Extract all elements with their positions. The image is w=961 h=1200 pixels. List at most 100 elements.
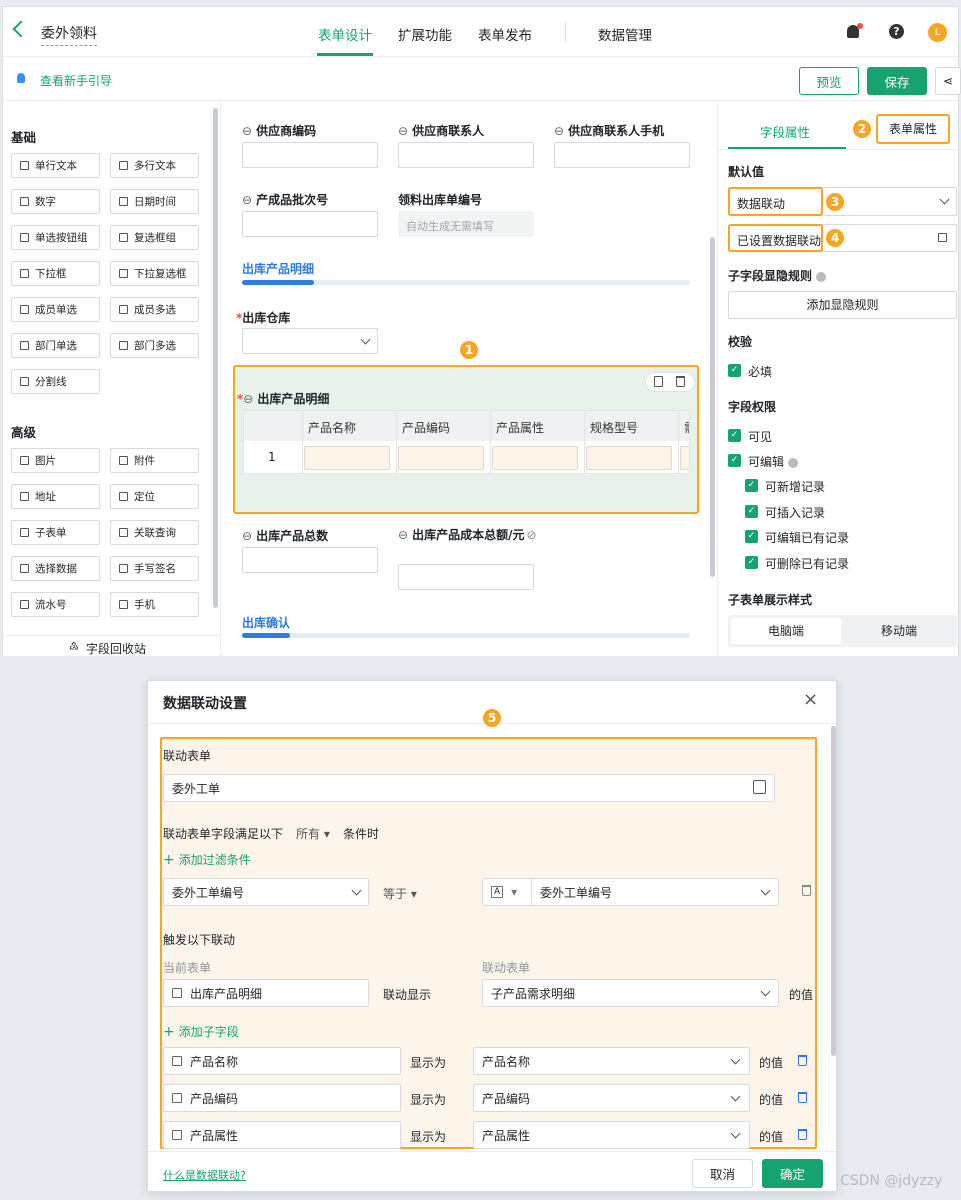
delete-filter-icon[interactable] bbox=[802, 885, 811, 896]
batch-input[interactable] bbox=[242, 211, 378, 237]
text-field-icon bbox=[172, 1130, 182, 1140]
perm-checkbox[interactable]: ✓ bbox=[745, 530, 758, 543]
recycle-bin-link[interactable]: 字段回收站 bbox=[86, 640, 146, 657]
badge-5: 5 bbox=[483, 709, 501, 727]
help-link[interactable]: 什么是数据联动? bbox=[163, 1167, 246, 1183]
subtable-cell-input[interactable] bbox=[304, 446, 390, 470]
supplier-contact-input[interactable] bbox=[398, 142, 534, 168]
total-cost-input[interactable] bbox=[398, 564, 534, 590]
display-as-label: 显示为 bbox=[410, 1093, 447, 1107]
scrollbar-thumb[interactable] bbox=[213, 108, 218, 608]
subfield-target-select[interactable]: 产品名称 bbox=[473, 1047, 750, 1075]
eye-off-icon[interactable]: ⊘ bbox=[526, 528, 536, 542]
advanced-component-8[interactable]: 流水号 bbox=[11, 592, 100, 617]
linkage-set-highlight[interactable]: 已设置数据联动 bbox=[728, 224, 823, 252]
app-title[interactable]: 委外领料 bbox=[41, 23, 97, 46]
add-visibility-rule-button[interactable]: 添加显隐规则 bbox=[728, 291, 957, 319]
advanced-component-4[interactable]: 子表单 bbox=[11, 520, 100, 545]
tab-form-props[interactable]: 表单属性 bbox=[876, 114, 950, 144]
close-icon[interactable]: × bbox=[803, 689, 818, 710]
advanced-component-0[interactable]: 图片 bbox=[11, 448, 100, 473]
subtable-cell-input[interactable] bbox=[586, 446, 672, 470]
advanced-component-3[interactable]: 定位 bbox=[110, 484, 199, 509]
basic-component-7[interactable]: 下拉复选框 bbox=[110, 261, 199, 286]
subtable-cell-input[interactable] bbox=[492, 446, 578, 470]
advanced-component-6[interactable]: 选择数据 bbox=[11, 556, 100, 581]
basic-component-11[interactable]: 部门多选 bbox=[110, 333, 199, 358]
dialog-title: 数据联动设置 bbox=[163, 696, 247, 712]
avatar[interactable]: L bbox=[928, 23, 947, 42]
basic-component-3[interactable]: 日期时间 bbox=[110, 189, 199, 214]
component-icon bbox=[119, 197, 128, 206]
canvas-scrollbar[interactable] bbox=[710, 237, 715, 577]
filter-value-select[interactable]: 委外工单编号 bbox=[531, 878, 779, 906]
tab-form-design[interactable]: 表单设计 bbox=[318, 24, 372, 44]
subfield-target-select[interactable]: 产品属性 bbox=[473, 1121, 750, 1149]
share-button[interactable]: ⋖ bbox=[935, 67, 961, 95]
warehouse-select[interactable] bbox=[242, 328, 378, 354]
filter-field-select[interactable]: 委外工单编号 bbox=[163, 878, 369, 906]
advanced-component-1[interactable]: 附件 bbox=[110, 448, 199, 473]
perm-checkbox[interactable]: ✓ bbox=[745, 479, 758, 492]
basic-component-1[interactable]: 多行文本 bbox=[110, 153, 199, 178]
ok-button[interactable]: 确定 bbox=[762, 1159, 823, 1188]
subfield-target-select[interactable]: 产品编码 bbox=[473, 1084, 750, 1112]
filter-operator-dropdown[interactable]: 等于 ▾ bbox=[383, 885, 417, 902]
component-label: 下拉框 bbox=[35, 268, 67, 280]
total-qty-input[interactable] bbox=[242, 547, 378, 573]
basic-component-12[interactable]: 分割线 bbox=[11, 369, 100, 394]
basic-component-6[interactable]: 下拉框 bbox=[11, 261, 100, 286]
basic-component-0[interactable]: 单行文本 bbox=[11, 153, 100, 178]
linked-form-select[interactable]: 委外工单 bbox=[163, 774, 775, 802]
delete-row-icon[interactable] bbox=[798, 1092, 807, 1103]
supplier-code-input[interactable] bbox=[242, 142, 378, 168]
tab-extensions[interactable]: 扩展功能 bbox=[398, 24, 452, 44]
advanced-component-5[interactable]: 关联查询 bbox=[110, 520, 199, 545]
form-picker-icon[interactable] bbox=[753, 780, 766, 794]
preview-button[interactable]: 预览 bbox=[799, 67, 859, 95]
advanced-component-9[interactable]: 手机 bbox=[110, 592, 199, 617]
basic-component-5[interactable]: 复选框组 bbox=[110, 225, 199, 250]
tab-publish[interactable]: 表单发布 bbox=[478, 24, 532, 44]
recycle-bin-icon[interactable]: ♳ bbox=[69, 640, 79, 653]
tab-data-management[interactable]: 数据管理 bbox=[598, 24, 652, 44]
add-filter-link[interactable]: + 添加过滤条件 bbox=[163, 851, 251, 868]
dialog-scrollbar[interactable] bbox=[831, 726, 836, 1056]
cancel-button[interactable]: 取消 bbox=[692, 1159, 753, 1188]
delete-row-icon[interactable] bbox=[798, 1129, 807, 1140]
guide-link[interactable]: 查看新手引导 bbox=[40, 72, 112, 89]
condition-all-dropdown[interactable]: 所有 ▾ bbox=[296, 825, 330, 842]
component-label: 多行文本 bbox=[134, 160, 176, 172]
subtable-cell-input[interactable] bbox=[398, 446, 484, 470]
copy-field-button[interactable] bbox=[645, 372, 695, 392]
add-subfield-link[interactable]: + 添加子字段 bbox=[163, 1023, 239, 1040]
segment-mobile[interactable]: 移动端 bbox=[844, 618, 954, 644]
default-value-highlight[interactable]: 数据联动 bbox=[728, 187, 823, 216]
copy-icon[interactable] bbox=[654, 376, 663, 387]
segment-pc[interactable]: 电脑端 bbox=[731, 618, 841, 644]
required-checkbox[interactable]: ✓ bbox=[728, 364, 741, 377]
delete-icon[interactable] bbox=[676, 376, 685, 387]
basic-component-2[interactable]: 数字 bbox=[11, 189, 100, 214]
filter-value-type[interactable]: A ▾ bbox=[482, 878, 532, 906]
perm-checkbox[interactable]: ✓ bbox=[745, 504, 758, 518]
tab-field-props[interactable]: 字段属性 bbox=[760, 122, 810, 141]
supplier-phone-input[interactable] bbox=[554, 142, 690, 168]
target-field-select[interactable]: 子产品需求明细 bbox=[482, 979, 779, 1007]
basic-component-10[interactable]: 部门单选 bbox=[11, 333, 100, 358]
back-chevron-icon[interactable] bbox=[12, 20, 30, 38]
subtable-cell-input[interactable] bbox=[680, 446, 689, 470]
basic-component-9[interactable]: 成员多选 bbox=[110, 297, 199, 322]
help-icon[interactable]: ? bbox=[889, 24, 904, 39]
perm-checkbox[interactable]: ✓ bbox=[745, 555, 758, 569]
editable-checkbox[interactable]: ✓ bbox=[728, 454, 741, 467]
delete-row-icon[interactable] bbox=[798, 1055, 807, 1066]
advanced-component-2[interactable]: 地址 bbox=[11, 484, 100, 509]
basic-component-8[interactable]: 成员单选 bbox=[11, 297, 100, 322]
edit-icon[interactable] bbox=[938, 233, 947, 242]
basic-component-4[interactable]: 单选按钮组 bbox=[11, 225, 100, 250]
save-button[interactable]: 保存 bbox=[867, 67, 927, 95]
selected-subtable-field[interactable]: *⊖出库产品明细 产品名称 产品编码 产品属性 规格型号 需 1 bbox=[233, 365, 699, 514]
advanced-component-7[interactable]: 手写签名 bbox=[110, 556, 199, 581]
visible-checkbox[interactable]: ✓ bbox=[728, 429, 741, 442]
